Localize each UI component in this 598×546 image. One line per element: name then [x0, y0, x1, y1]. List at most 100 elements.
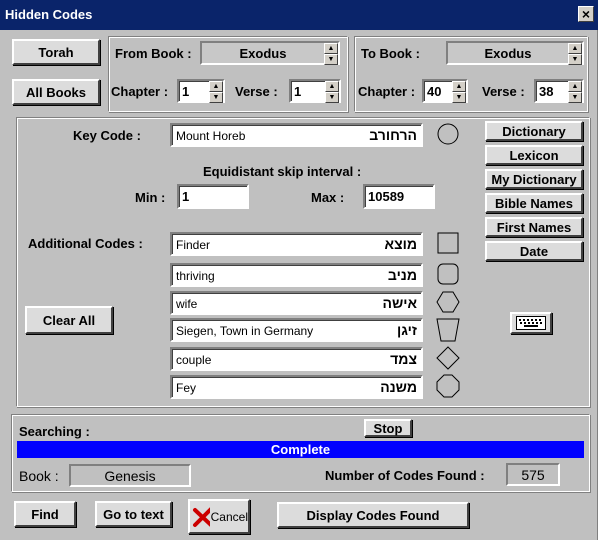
close-icon[interactable]: ×: [578, 6, 594, 22]
from-chapter-spin[interactable]: ▲ ▼: [209, 81, 223, 103]
go-to-text-button[interactable]: Go to text: [95, 501, 172, 527]
dictionary-button[interactable]: Dictionary: [485, 121, 583, 141]
down-arrow-icon[interactable]: ▼: [209, 92, 223, 103]
codes-found-label: Number of Codes Found :: [325, 468, 485, 483]
additional-code-english: couple: [176, 353, 212, 367]
to-verse-input[interactable]: 38 ▲ ▼: [534, 79, 584, 103]
from-verse-spin[interactable]: ▲ ▼: [325, 81, 339, 103]
rounded-square-icon[interactable]: [436, 262, 462, 288]
to-chapter-label: Chapter :: [358, 84, 416, 99]
to-chapter-spin[interactable]: ▲ ▼: [452, 81, 466, 103]
stop-button[interactable]: Stop: [364, 419, 412, 437]
skip-interval-label: Equidistant skip interval :: [203, 164, 362, 179]
additional-code-1[interactable]: Finder מוצא: [170, 232, 423, 256]
from-chapter-input[interactable]: 1 ▲ ▼: [177, 79, 225, 103]
from-chapter-value: 1: [182, 83, 190, 99]
additional-code-4[interactable]: Siegen, Town in Germany זיגן: [170, 318, 423, 342]
down-arrow-icon[interactable]: ▼: [325, 92, 339, 103]
up-arrow-icon[interactable]: ▲: [209, 81, 223, 92]
down-arrow-icon[interactable]: ▼: [452, 92, 466, 103]
to-chapter-input[interactable]: 40 ▲ ▼: [422, 79, 468, 103]
key-code-english: Mount Horeb: [176, 129, 246, 143]
from-book-spin[interactable]: ▲ ▼: [324, 43, 338, 65]
to-verse-spin[interactable]: ▲ ▼: [568, 81, 582, 103]
from-verse-label: Verse :: [235, 84, 278, 99]
to-book-label: To Book :: [361, 46, 420, 61]
min-label: Min :: [135, 190, 166, 205]
additional-code-6[interactable]: Fey משנה: [170, 375, 423, 399]
additional-code-3[interactable]: wife אישה: [170, 291, 423, 315]
progress-text: Complete: [270, 442, 331, 457]
additional-code-english: Siegen, Town in Germany: [176, 324, 314, 338]
min-input[interactable]: 1: [177, 184, 249, 209]
additional-code-hebrew: זיגן: [397, 322, 417, 338]
up-arrow-icon[interactable]: ▲: [325, 81, 339, 92]
keyboard-glyph: [516, 316, 546, 330]
min-value: 1: [182, 189, 190, 204]
to-book-spin[interactable]: ▲ ▼: [568, 43, 582, 65]
hidden-codes-window: Hidden Codes × Torah All Books From Book…: [0, 0, 598, 546]
trapezoid-icon[interactable]: [436, 317, 462, 343]
additional-code-hebrew: צמד: [390, 351, 417, 367]
down-arrow-icon[interactable]: ▼: [324, 54, 338, 65]
display-codes-found-button[interactable]: Display Codes Found: [277, 502, 469, 528]
max-input[interactable]: 10589: [363, 184, 435, 209]
bottom-strip: [0, 540, 598, 546]
book-value: Genesis: [69, 464, 191, 487]
find-button[interactable]: Find: [14, 501, 76, 527]
from-book-select[interactable]: Exodus ▲ ▼: [200, 41, 340, 65]
up-arrow-icon[interactable]: ▲: [324, 43, 338, 54]
to-book-value: Exodus: [484, 45, 532, 61]
up-arrow-icon[interactable]: ▲: [568, 81, 582, 92]
additional-code-hebrew: מוצא: [384, 236, 417, 252]
to-verse-value: 38: [539, 83, 554, 99]
clear-all-button[interactable]: Clear All: [25, 306, 113, 334]
down-arrow-icon[interactable]: ▼: [568, 92, 582, 103]
from-chapter-label: Chapter :: [111, 84, 169, 99]
circle-icon[interactable]: [436, 122, 462, 148]
diamond-icon[interactable]: [436, 346, 462, 372]
all-books-button[interactable]: All Books: [12, 79, 100, 105]
additional-code-hebrew: אישה: [382, 295, 417, 311]
additional-code-english: Fey: [176, 381, 197, 395]
additional-code-english: thriving: [176, 269, 215, 283]
book-label: Book :: [19, 468, 59, 484]
window-title: Hidden Codes: [5, 7, 93, 22]
progress-bar: Complete: [17, 441, 584, 458]
from-verse-input[interactable]: 1 ▲ ▼: [289, 79, 341, 103]
additional-code-english: Finder: [176, 238, 211, 252]
additional-code-hebrew: מניב: [387, 267, 417, 283]
key-code-label: Key Code :: [73, 128, 141, 143]
down-arrow-icon[interactable]: ▼: [568, 54, 582, 65]
lexicon-button[interactable]: Lexicon: [485, 145, 583, 165]
to-chapter-value: 40: [427, 83, 442, 99]
additional-code-hebrew: משנה: [380, 379, 417, 395]
first-names-button[interactable]: First Names: [485, 217, 583, 237]
octagon-icon[interactable]: [436, 374, 462, 400]
square-icon[interactable]: [436, 231, 462, 257]
cancel-label: Cancel: [210, 509, 248, 524]
title-bar: Hidden Codes ×: [0, 0, 598, 30]
codes-found-value: 575: [506, 463, 560, 486]
additional-code-2[interactable]: thriving מניב: [170, 263, 423, 287]
keyboard-icon[interactable]: [510, 312, 552, 334]
torah-button[interactable]: Torah: [12, 39, 100, 65]
searching-label: Searching :: [19, 424, 90, 439]
my-dictionary-button[interactable]: My Dictionary: [485, 169, 583, 189]
additional-codes-label: Additional Codes :: [28, 236, 143, 251]
bible-names-button[interactable]: Bible Names: [485, 193, 583, 213]
up-arrow-icon[interactable]: ▲: [568, 43, 582, 54]
to-verse-label: Verse :: [482, 84, 525, 99]
key-code-input[interactable]: Mount Horeb הרחורב: [170, 123, 423, 147]
from-book-label: From Book :: [115, 46, 192, 61]
max-value: 10589: [368, 189, 405, 204]
hexagon-icon[interactable]: [436, 290, 462, 316]
key-code-hebrew: הרחורב: [369, 127, 417, 143]
from-book-value: Exodus: [239, 45, 287, 61]
cancel-button[interactable]: Cancel: [188, 499, 250, 534]
additional-code-5[interactable]: couple צמד: [170, 347, 423, 371]
red-x-icon: [193, 507, 210, 527]
up-arrow-icon[interactable]: ▲: [452, 81, 466, 92]
date-button[interactable]: Date: [485, 241, 583, 261]
to-book-select[interactable]: Exodus ▲ ▼: [446, 41, 584, 65]
